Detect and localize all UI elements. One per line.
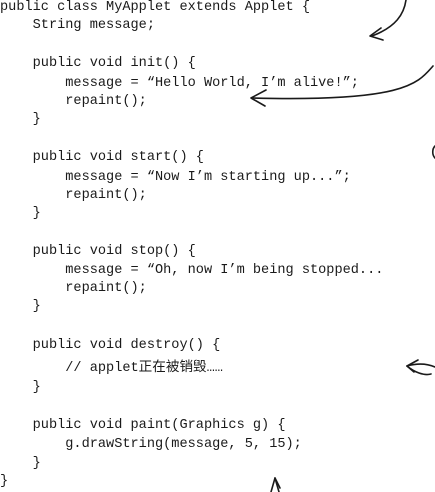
code-line-destroy-comment: // applet正在被销毁…… — [0, 361, 223, 376]
code-line-stop-message: message = “Oh, now I’m being stopped... — [0, 263, 384, 278]
code-line-field-declaration: String message; — [0, 18, 155, 33]
code-line-stop-signature: public void stop() { — [0, 244, 196, 259]
code-line-destroy-close: } — [0, 380, 41, 395]
code-line-paint-close: } — [0, 456, 41, 471]
code-line-start-repaint: repaint(); — [0, 188, 147, 203]
code-line-destroy-signature: public void destroy() { — [0, 338, 221, 353]
code-line-start-close: } — [0, 206, 41, 221]
code-line-start-signature: public void start() { — [0, 150, 204, 165]
code-line-paint-signature: public void paint(Graphics g) { — [0, 418, 286, 433]
code-line-init-close: } — [0, 112, 41, 127]
code-line-class-close: } — [0, 474, 9, 489]
arrow-up-icon — [270, 477, 281, 492]
code-line-init-repaint: repaint(); — [0, 94, 147, 109]
code-line-init-message: message = “Hello World, I’m alive!”; — [0, 76, 359, 91]
code-line-start-message: message = “Now I’m starting up...”; — [0, 170, 351, 185]
curved-arrow-icon — [369, 0, 407, 41]
code-line-paint-drawstring: g.drawString(message, 5, 15); — [0, 437, 302, 452]
code-line-class-declaration: public class MyApplet extends Applet { — [0, 0, 310, 15]
code-line-stop-close: } — [0, 299, 41, 314]
book-page-code-listing: public class MyApplet extends Applet { S… — [0, 0, 435, 492]
curved-arrow-icon — [406, 359, 435, 376]
code-line-stop-repaint: repaint(); — [0, 281, 147, 296]
code-line-init-signature: public void init() { — [0, 56, 196, 71]
